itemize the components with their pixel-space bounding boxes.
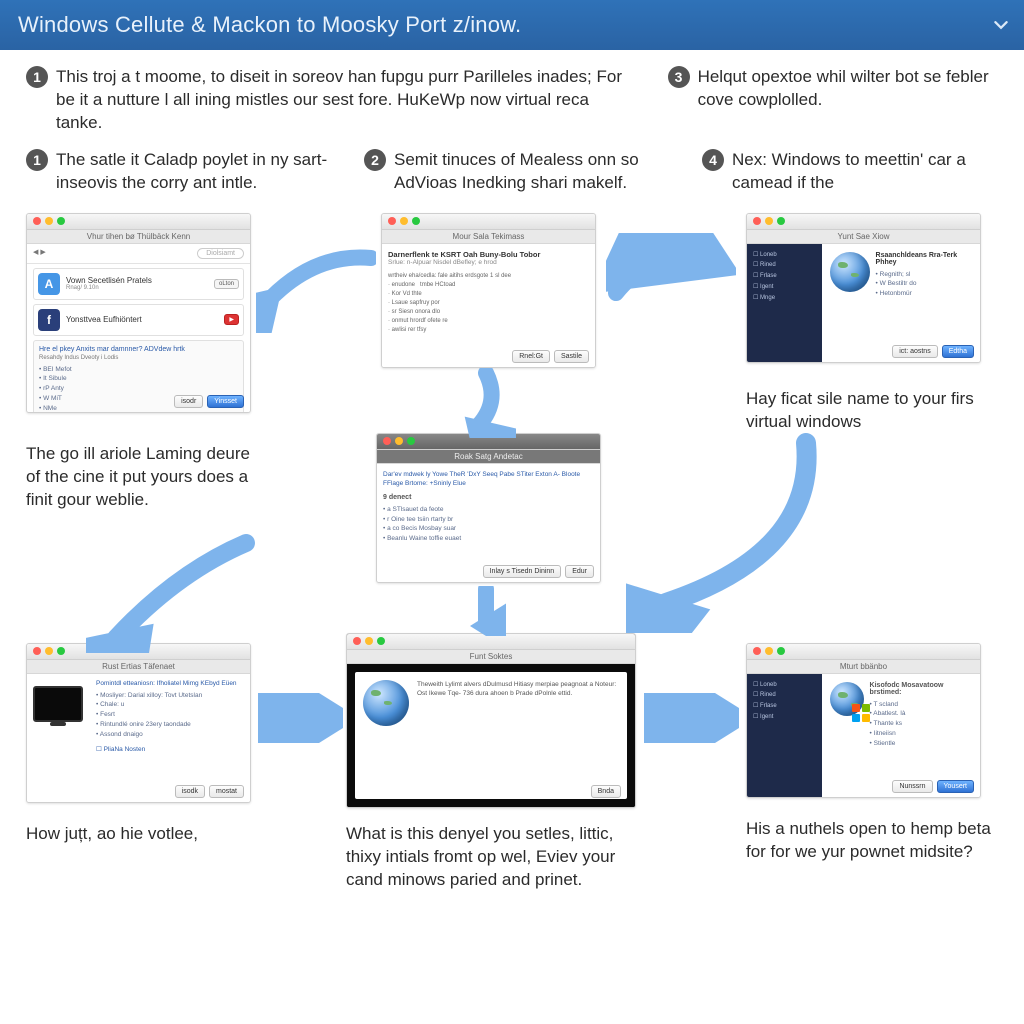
shot-a-title: Vhur tihen bø Thülbäck Kenn <box>27 230 250 244</box>
shot-a-panel-link: Hre el pkey Anxits mar damnner? ADVdew h… <box>39 346 238 353</box>
caption-left-bot: How juțt, ao hie votlee, <box>26 823 256 846</box>
screenshot-d: Roak Satg Andetac Dar'ev mdwek ly Yowe T… <box>376 433 601 583</box>
intro-text-main: This troj a t moome, to diseit in soreov… <box>56 66 632 135</box>
arrow-b-to-d <box>446 368 516 438</box>
step-badge-1a: 1 <box>26 66 48 88</box>
step-4: 4 Nex: Windows to meettin' car a camead … <box>702 149 1004 195</box>
shot-a-tile-1: A Vown Secetlisén PratelsRnag/ 9.10n oLt… <box>33 268 244 300</box>
screenshot-b: Mour Sala Tekimass Darnerflenk te KSRT O… <box>381 213 596 368</box>
screenshot-e: Rust Ertias Täfenaet Pomintdl etteaniosn… <box>26 643 251 803</box>
step-2: 2 Semit tinuces of Mealess onn so AdVioa… <box>364 149 666 195</box>
intro-step-side: 3 Helqut opextoe whil wilter bot se febl… <box>668 66 1004 135</box>
screenshot-f: Funt Soktes Theweith Lylimt alvers dDulm… <box>346 633 636 808</box>
screenshot-a: Vhur tihen bø Thülbäck Kenn ◀ ▶ Diolsiam… <box>26 213 251 413</box>
shot-a-search: Diolsiamt <box>197 248 244 259</box>
intro-step-main: 1 This troj a t moome, to diseit in sore… <box>26 66 632 135</box>
caption-right-mid: Hay ficat sile name to your firs virtual… <box>746 388 981 434</box>
step-4-text: Nex: Windows to meettin' car a camead if… <box>732 149 1004 195</box>
windows-flag-icon <box>852 704 870 722</box>
shot-a-back: isodr <box>174 395 203 408</box>
step-1-text: The satle it Caladp poylet in ny sart-in… <box>56 149 328 195</box>
screenshot-c: Yunt Sae Xiow ☐ Loneb☐ Rined☐ Frlase☐ Ig… <box>746 213 981 363</box>
step-badge-3: 3 <box>668 66 690 88</box>
step-1: 1 The satle it Caladp poylet in ny sart-… <box>26 149 328 195</box>
caption-mid-bot: What is this denyel you setles, littic, … <box>346 823 636 892</box>
arrow-e-to-f <box>258 693 343 743</box>
step-badge-4: 4 <box>702 149 724 171</box>
caption-right-bot: His a nuthels open to hemp beta for for … <box>746 818 996 864</box>
step-2-text: Semit tinuces of Mealess onn so AdVioas … <box>394 149 666 195</box>
arrow-b-to-a <box>256 243 376 333</box>
chevron-down-icon[interactable] <box>994 12 1008 38</box>
mac-traffic-lights <box>27 214 250 230</box>
arrow-d-to-f <box>466 586 506 636</box>
arrow-b-to-c <box>606 233 736 333</box>
shot-a-tile-2: f Yonsttvea Eufhiöntert ▶ <box>33 304 244 336</box>
window-title: Windows Cellute & Mackon to Moosky Port … <box>18 12 521 38</box>
intro-text-side: Helqut opextoe whil wilter bot se febler… <box>698 66 1004 112</box>
window-titlebar: Windows Cellute & Mackon to Moosky Port … <box>0 0 1024 50</box>
step-badge-2: 2 <box>364 149 386 171</box>
arrow-f-to-g <box>644 693 739 743</box>
monitor-icon <box>33 686 83 722</box>
arrow-mid-to-e <box>86 533 256 653</box>
arrow-c-to-d <box>626 433 826 633</box>
globe-icon <box>363 680 409 726</box>
flow-canvas: Vhur tihen bø Thülbäck Kenn ◀ ▶ Diolsiam… <box>26 203 1004 903</box>
screenshot-g: Mturt bbänbo ☐ Loneb☐ Rined☐ Frlase☐ Ige… <box>746 643 981 798</box>
step-badge-1b: 1 <box>26 149 48 171</box>
caption-left-mid: The go ill ariole Laming deure of the ci… <box>26 443 256 512</box>
shot-a-next: Yinsset <box>207 395 244 408</box>
globe-icon <box>830 252 870 292</box>
